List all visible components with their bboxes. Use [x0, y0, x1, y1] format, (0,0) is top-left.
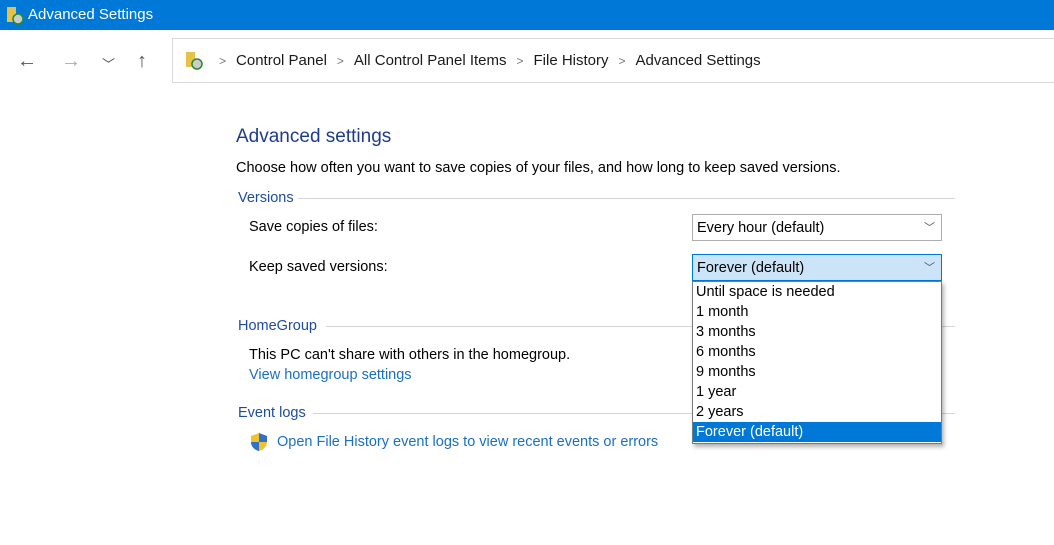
versions-section-label: Versions	[238, 190, 294, 206]
window-title: Advanced Settings	[28, 6, 153, 23]
page-description: Choose how often you want to save copies…	[236, 160, 841, 176]
title-bar: Advanced Settings	[0, 0, 1054, 30]
breadcrumb-all-items[interactable]: All Control Panel Items	[354, 52, 507, 69]
save-copies-value: Every hour (default)	[697, 220, 824, 236]
homegroup-text: This PC can't share with others in the h…	[249, 347, 570, 363]
homegroup-section-label: HomeGroup	[238, 318, 317, 334]
option-1-year[interactable]: 1 year	[693, 382, 941, 402]
save-copies-dropdown[interactable]: Every hour (default) ﹀	[692, 214, 942, 241]
keep-versions-label: Keep saved versions:	[249, 259, 388, 275]
back-button[interactable]: ←	[17, 50, 37, 73]
option-6-months[interactable]: 6 months	[693, 342, 941, 362]
option-until-space-needed[interactable]: Until space is needed	[693, 282, 941, 302]
breadcrumb-file-history[interactable]: File History	[534, 52, 609, 69]
forward-button[interactable]: →	[61, 50, 81, 73]
option-9-months[interactable]: 9 months	[693, 362, 941, 382]
chevron-down-icon: ﹀	[924, 219, 935, 235]
option-forever-default[interactable]: Forever (default)	[693, 422, 941, 442]
chevron-right-icon: >	[517, 54, 524, 68]
divider	[298, 198, 955, 199]
option-2-years[interactable]: 2 years	[693, 402, 941, 422]
uac-shield-icon	[249, 432, 269, 455]
event-logs-section-label: Event logs	[238, 405, 306, 421]
chevron-right-icon: >	[619, 54, 626, 68]
file-history-icon	[185, 51, 203, 74]
keep-versions-dropdown[interactable]: Forever (default) ﹀	[692, 254, 942, 281]
page-title: Advanced settings	[236, 126, 391, 148]
breadcrumb-control-panel[interactable]: Control Panel	[236, 52, 327, 69]
address-bar[interactable]: > Control Panel > All Control Panel Item…	[172, 38, 1054, 83]
keep-versions-options-list[interactable]: Until space is needed 1 month 3 months 6…	[692, 281, 942, 444]
save-copies-label: Save copies of files:	[249, 219, 378, 235]
option-1-month[interactable]: 1 month	[693, 302, 941, 322]
open-event-logs-link[interactable]: Open File History event logs to view rec…	[277, 434, 658, 450]
recent-locations-chevron-icon[interactable]: ﹀	[102, 54, 115, 73]
breadcrumb: > Control Panel > All Control Panel Item…	[209, 52, 761, 69]
chevron-down-icon: ﹀	[924, 259, 935, 275]
keep-versions-value: Forever (default)	[697, 260, 804, 276]
chevron-right-icon: >	[219, 54, 226, 68]
breadcrumb-advanced-settings[interactable]: Advanced Settings	[636, 52, 761, 69]
file-history-icon	[6, 5, 24, 28]
chevron-right-icon: >	[337, 54, 344, 68]
option-3-months[interactable]: 3 months	[693, 322, 941, 342]
up-button[interactable]: ↑	[137, 50, 147, 73]
view-homegroup-settings-link[interactable]: View homegroup settings	[249, 367, 412, 383]
